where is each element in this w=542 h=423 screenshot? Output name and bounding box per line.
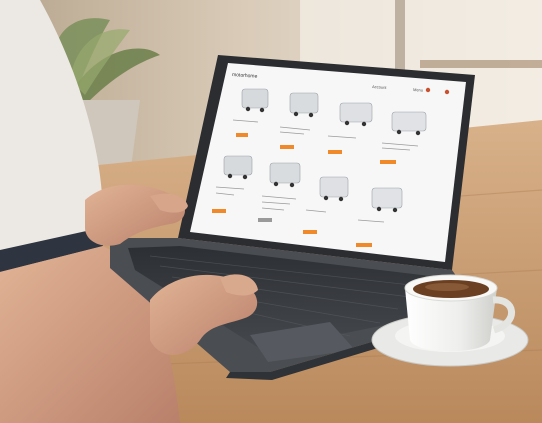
vehicle-image (391, 111, 427, 132)
wheel-icon (361, 121, 367, 127)
wheel-icon (323, 195, 329, 201)
photo-scene: motorhome Account Menu (0, 0, 542, 423)
coffee-crema (425, 283, 469, 291)
vehicle-image (241, 88, 269, 109)
wheel-icon (308, 112, 314, 118)
vehicle-image (339, 102, 373, 123)
wheel-icon (242, 174, 248, 180)
details-button[interactable] (380, 160, 396, 164)
details-button[interactable] (303, 230, 317, 234)
details-button[interactable] (280, 145, 294, 149)
wheel-icon (392, 207, 398, 213)
details-button[interactable] (212, 209, 226, 213)
wheel-icon (293, 111, 299, 117)
vehicle-image (371, 187, 403, 209)
shelf (420, 60, 542, 68)
flag-icon-2[interactable] (444, 89, 450, 95)
wheel-icon (338, 196, 344, 202)
wheel-icon (273, 181, 279, 187)
wheel-icon (259, 107, 265, 113)
vehicle-image (269, 162, 301, 184)
vehicle-image (289, 92, 319, 114)
vehicle-image (223, 155, 253, 176)
vehicle-image (319, 176, 349, 198)
details-button[interactable] (356, 243, 372, 247)
wheel-icon (289, 182, 295, 188)
details-button[interactable] (328, 150, 342, 154)
wheel-icon (376, 206, 382, 212)
flag-icon[interactable] (425, 87, 431, 93)
wheel-icon (245, 106, 251, 112)
details-button[interactable] (258, 218, 272, 222)
header-link-account[interactable]: Account (372, 84, 388, 90)
photo-frame: motorhome Account Menu (0, 0, 542, 423)
header-link-menu[interactable]: Menu (413, 87, 423, 93)
wheel-icon (396, 129, 402, 135)
wheel-icon (227, 173, 233, 179)
details-button[interactable] (236, 133, 248, 137)
wheel-icon (415, 130, 421, 136)
wheel-icon (344, 120, 350, 126)
